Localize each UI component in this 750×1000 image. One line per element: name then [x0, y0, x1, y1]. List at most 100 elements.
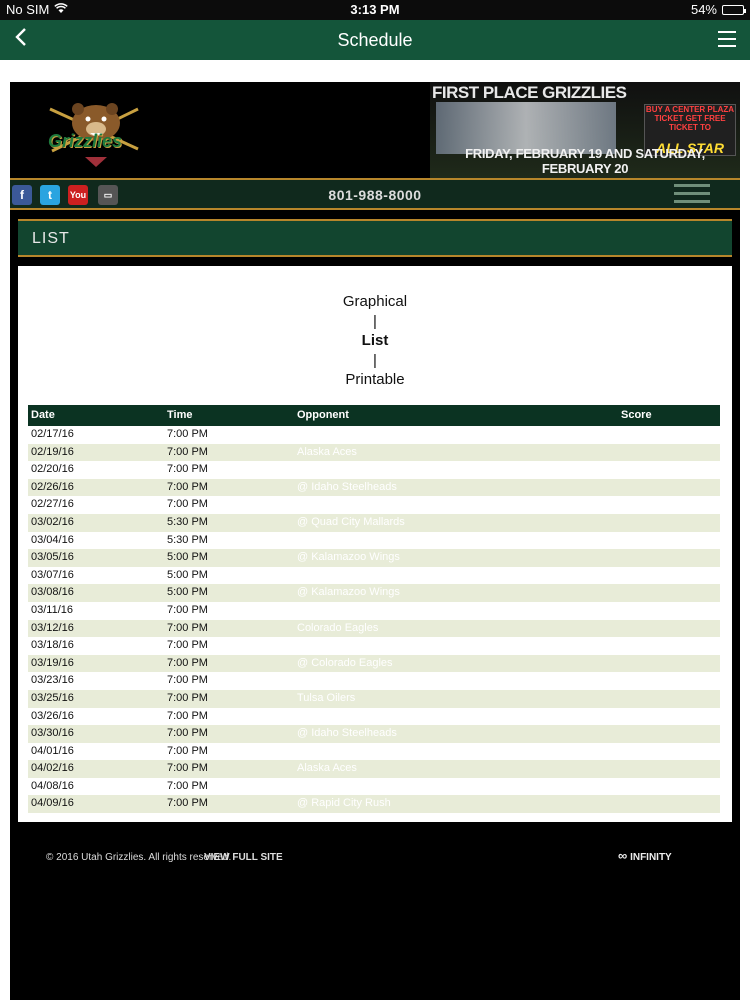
table-row: 03/19/16 7:00 PM @ Colorado Eagles: [28, 654, 720, 673]
table-row: 04/02/16 7:00 PM Alaska Aces: [28, 760, 720, 778]
table-row: 03/07/16 5:00 PM: [28, 567, 720, 585]
time-cell: 7:00 PM: [167, 445, 208, 458]
web-content: Grizzlies FIRST PLACE GRIZZLIES BUY A CE…: [10, 82, 740, 1000]
time-cell: 7:00 PM: [167, 656, 208, 669]
hamburger-icon-line: [718, 45, 736, 47]
time-cell: 7:00 PM: [167, 639, 208, 652]
table-row: 03/30/16 7:00 PM @ Idaho Steelheads: [28, 725, 720, 743]
opponent-cell: @ Idaho Steelheads: [297, 727, 397, 740]
opponent-cell: @ Kalamazoo Wings: [297, 551, 400, 564]
view-list-link[interactable]: List: [18, 331, 732, 351]
opponent-cell: Alaska Aces: [297, 762, 357, 775]
table-row: 03/08/16 5:00 PM @ Kalamazoo Wings: [28, 584, 720, 602]
date-cell: 03/11/16: [31, 603, 74, 616]
table-row: 02/26/16 7:00 PM @ Idaho Steelheads: [28, 478, 720, 497]
phone-number[interactable]: 801-988-8000: [10, 187, 740, 203]
time-cell: 7:00 PM: [167, 498, 208, 511]
view-graphical-link[interactable]: Graphical: [18, 292, 732, 312]
date-cell: 03/02/16: [31, 515, 74, 528]
hamburger-icon-line: [674, 200, 710, 203]
time-cell: 7:00 PM: [167, 428, 208, 440]
time-cell: 7:00 PM: [167, 709, 208, 722]
sponsor-name: INFINITY: [630, 852, 672, 863]
table-row: 02/19/16 7:00 PM Alaska Aces: [28, 443, 720, 462]
header-opponent: Opponent: [297, 409, 349, 421]
grizzlies-logo[interactable]: Grizzlies: [40, 97, 150, 167]
view-separator: |: [373, 351, 377, 369]
table-row: 03/05/16 5:00 PM @ Kalamazoo Wings: [28, 549, 720, 567]
view-printable-link[interactable]: Printable: [18, 370, 732, 390]
view-full-site-link[interactable]: VIEW FULL SITE: [204, 852, 283, 863]
social-bar: f t You ▭ 801-988-8000: [10, 178, 740, 210]
table-row: 03/18/16 7:00 PM: [28, 637, 720, 655]
table-row: 03/25/16 7:00 PM Tulsa Oilers: [28, 689, 720, 708]
opponent-cell: Tulsa Oilers: [297, 691, 356, 704]
table-row: 02/20/16 7:00 PM: [28, 461, 720, 479]
time-cell: 7:00 PM: [167, 691, 208, 704]
section-title: LIST: [32, 230, 70, 247]
site-menu-button[interactable]: [674, 184, 710, 206]
date-cell: 02/27/16: [31, 498, 74, 511]
time-cell: 7:00 PM: [167, 674, 208, 687]
banner-dates: FRIDAY, FEBRUARY 19 AND SATURDAY, FEBRUA…: [465, 146, 705, 176]
banner-headline: FIRST PLACE GRIZZLIES: [432, 83, 627, 102]
table-row: 04/08/16 7:00 PM: [28, 778, 720, 796]
view-switcher: Graphical | List | Printable: [18, 292, 732, 390]
date-cell: 03/05/16: [31, 551, 74, 564]
site-header: Grizzlies FIRST PLACE GRIZZLIES BUY A CE…: [10, 82, 740, 178]
date-cell: 03/23/16: [31, 674, 74, 687]
schedule-table: Date Time Opponent Score 02/17/16 7:00 PM…: [28, 405, 720, 814]
table-row: 03/23/16 7:00 PM: [28, 672, 720, 690]
date-cell: 03/25/16: [31, 691, 74, 704]
opponent-cell: @ Colorado Eagles: [297, 656, 393, 669]
date-cell: 03/07/16: [31, 568, 74, 581]
battery-icon: [722, 4, 746, 15]
opponent-cell: @ Kalamazoo Wings: [297, 586, 400, 599]
opponent-cell: @ Idaho Steelheads: [297, 480, 397, 493]
date-cell: 03/04/16: [31, 533, 74, 546]
table-row: 03/26/16 7:00 PM: [28, 708, 720, 726]
view-separator: |: [373, 312, 377, 330]
date-cell: 04/02/16: [31, 762, 74, 775]
section-header: LIST: [18, 219, 732, 257]
header-score: Score: [621, 409, 652, 421]
site-footer: © 2016 Utah Grizzlies. All rights reserv…: [10, 842, 740, 882]
time-cell: 5:00 PM: [167, 568, 208, 581]
time-cell: 5:30 PM: [167, 515, 208, 528]
status-bar: No SIM 3:13 PM 54%: [0, 0, 750, 20]
date-cell: 02/19/16: [31, 445, 74, 458]
time-cell: 7:00 PM: [167, 480, 208, 493]
date-cell: 03/18/16: [31, 639, 74, 652]
time-cell: 7:00 PM: [167, 727, 208, 740]
time-cell: 7:00 PM: [167, 762, 208, 775]
date-cell: 02/17/16: [31, 428, 74, 440]
hamburger-icon-line: [674, 184, 710, 187]
infinity-icon: ∞: [618, 848, 628, 863]
time-cell: 7:00 PM: [167, 797, 208, 810]
clock: 3:13 PM: [350, 2, 400, 17]
opponent-cell: @ Quad City Mallards: [297, 515, 405, 528]
table-row: 04/09/16 7:00 PM @ Rapid City Rush: [28, 795, 720, 814]
date-cell: 04/08/16: [31, 779, 74, 792]
date-cell: 04/01/16: [31, 744, 74, 757]
time-cell: 7:00 PM: [167, 463, 208, 476]
date-cell: 03/26/16: [31, 709, 74, 722]
schedule-panel: Graphical | List | Printable Date Time O…: [18, 266, 732, 822]
time-cell: 5:30 PM: [167, 533, 208, 546]
table-row: 03/02/16 5:30 PM @ Quad City Mallards: [28, 513, 720, 532]
table-body: 02/17/16 7:00 PM 02/19/16 7:00 PM Alaska Ace…: [28, 426, 720, 814]
menu-button[interactable]: [718, 31, 736, 47]
battery-percent: 54%: [690, 2, 717, 17]
table-row: 02/27/16 7:00 PM: [28, 496, 720, 514]
header-time: Time: [167, 409, 193, 421]
time-cell: 7:00 PM: [167, 744, 208, 757]
time-cell: 5:00 PM: [167, 586, 208, 599]
date-cell: 02/20/16: [31, 463, 74, 476]
hamburger-icon-line: [674, 192, 710, 195]
date-cell: 03/08/16: [31, 586, 74, 599]
table-row: 04/01/16 7:00 PM: [28, 743, 720, 761]
page-title: Schedule: [337, 30, 413, 50]
promo-banner[interactable]: FIRST PLACE GRIZZLIES BUY A CENTER PLAZA…: [430, 82, 740, 178]
date-cell: 03/19/16: [31, 656, 74, 669]
date-cell: 02/26/16: [31, 480, 74, 493]
